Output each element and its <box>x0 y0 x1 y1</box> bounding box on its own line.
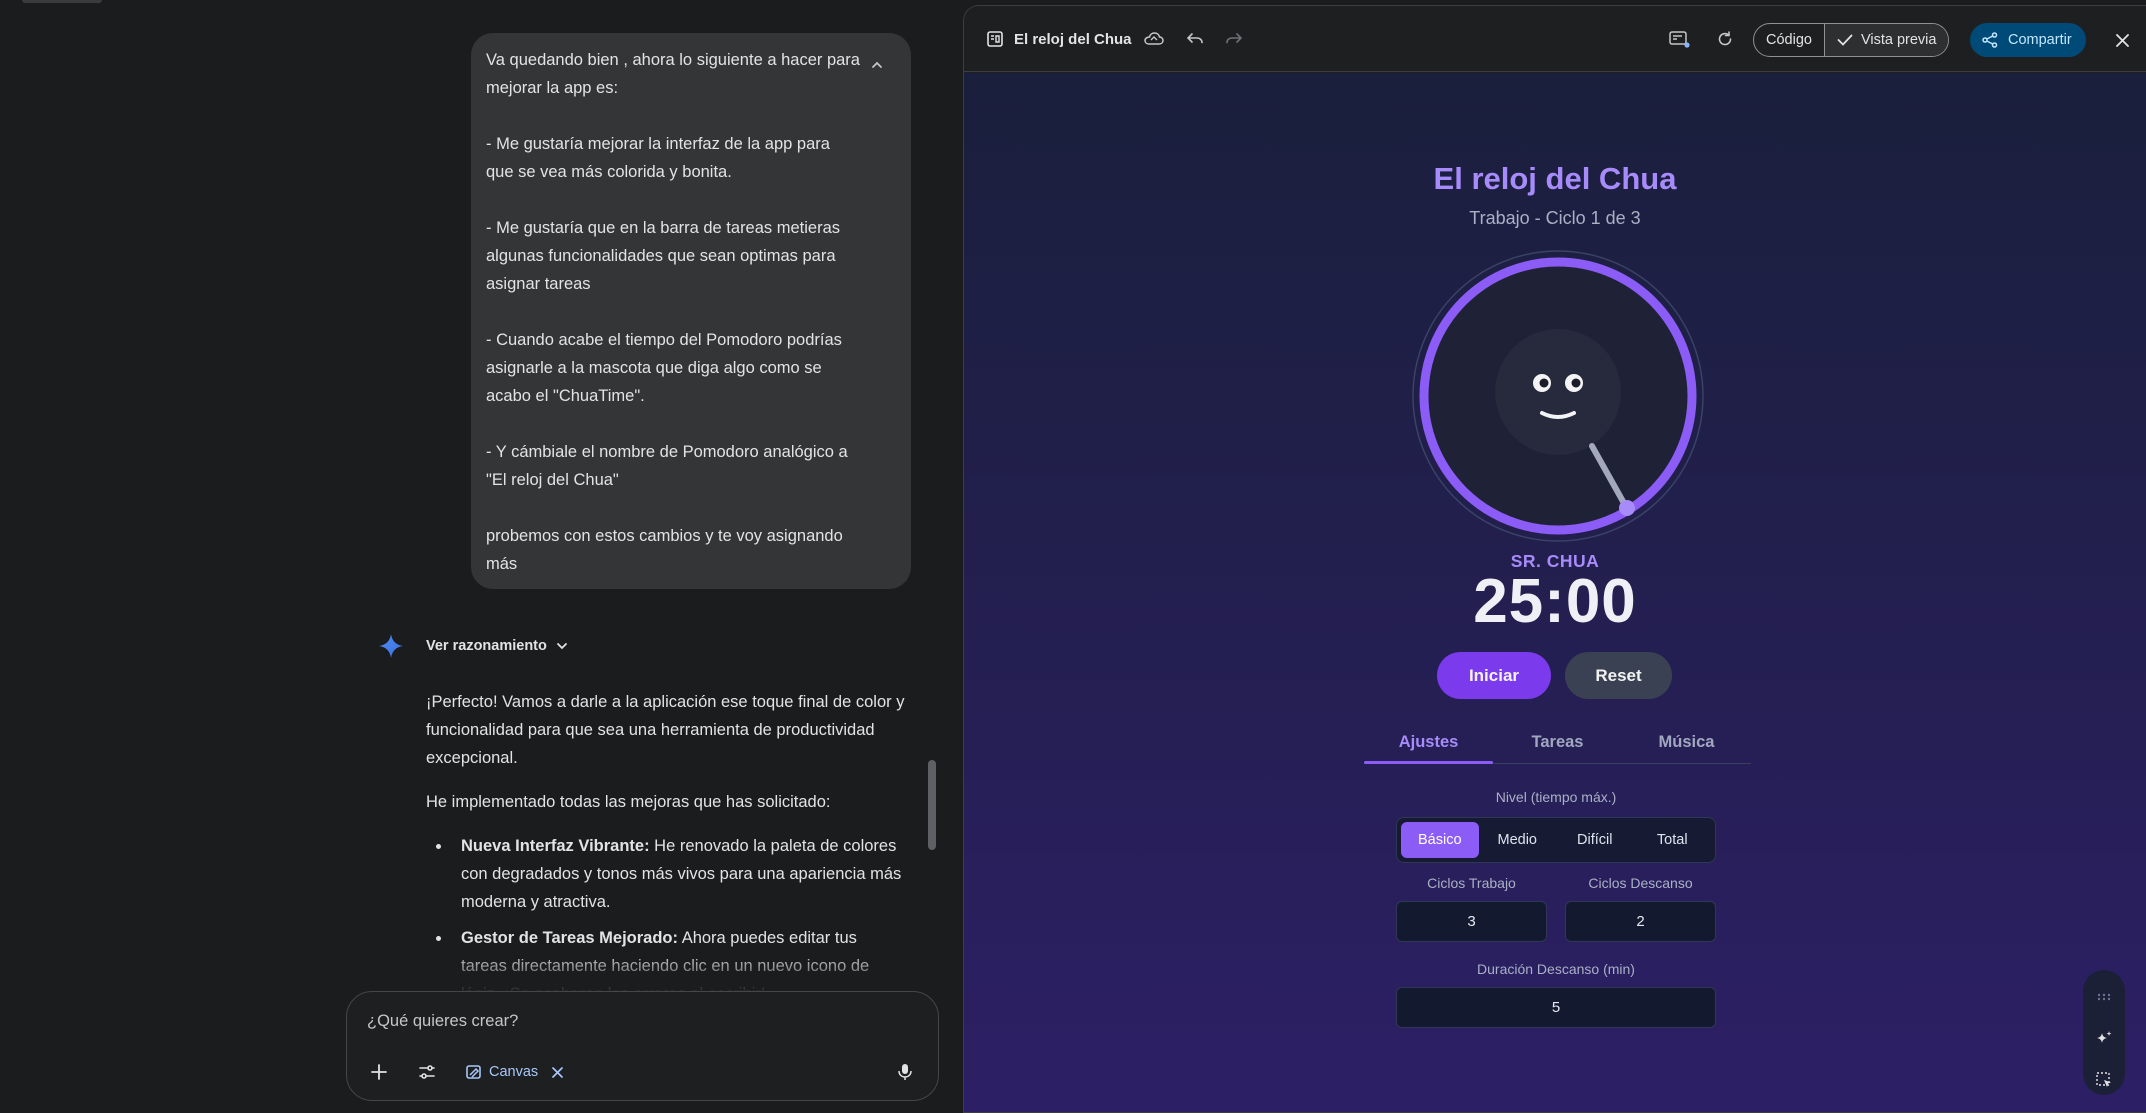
chevron-up-icon <box>872 61 882 68</box>
tools-button[interactable] <box>407 1052 447 1092</box>
canvas-chip[interactable]: Canvas <box>457 1052 571 1092</box>
code-view-label: Código <box>1766 32 1812 48</box>
canvas-title[interactable]: El reloj del Chua <box>986 6 1132 72</box>
close-icon <box>2115 33 2129 47</box>
close-icon[interactable] <box>552 1066 564 1078</box>
cycle-status: Trabajo - Ciclo 1 de 3 <box>1469 208 1641 228</box>
save-to-drive-button[interactable] <box>1136 6 1172 72</box>
refresh-button[interactable] <box>1707 6 1743 72</box>
preview-view-label: Vista previa <box>1860 32 1937 48</box>
level-option-basic[interactable]: Básico <box>1401 822 1479 858</box>
select-icon <box>2096 1072 2111 1088</box>
canvas-icon <box>466 1065 481 1079</box>
chat-panel: Va quedando bien , ahora lo siguiente a … <box>0 0 962 1113</box>
level-selector: Básico Medio Difícil Total <box>1396 817 1716 863</box>
redo-icon <box>1226 33 1242 44</box>
bullet-title: Gestor de Tareas Mejorado: <box>461 929 679 947</box>
console-button[interactable] <box>1661 6 1699 72</box>
prompt-composer: Canvas <box>346 991 939 1101</box>
tab-music[interactable]: Música <box>1622 722 1751 763</box>
undo-icon <box>1187 33 1203 44</box>
plus-icon <box>371 1064 387 1080</box>
rest-duration-input[interactable] <box>1396 987 1716 1028</box>
reset-button[interactable]: Reset <box>1565 652 1672 699</box>
list-item: Nueva Interfaz Vibrante: He renovado la … <box>426 832 906 916</box>
canvas-side-tools <box>2083 970 2125 1095</box>
canvas-title-text: El reloj del Chua <box>1014 30 1132 48</box>
app-tabs: Ajustes Tareas Música <box>1364 722 1751 764</box>
drag-handle[interactable] <box>2089 982 2119 1012</box>
level-option-medium[interactable]: Medio <box>1479 822 1557 858</box>
level-option-hard[interactable]: Difícil <box>1556 822 1634 858</box>
response-list: Nueva Interfaz Vibrante: He renovado la … <box>426 832 906 992</box>
share-icon <box>1982 32 1998 48</box>
prompt-input[interactable] <box>367 1006 907 1036</box>
reasoning-label: Ver razonamiento <box>426 638 547 654</box>
mic-icon <box>898 1064 912 1080</box>
response-intro: ¡Perfecto! Vamos a darle a la aplicación… <box>426 693 905 767</box>
level-option-total[interactable]: Total <box>1634 822 1712 858</box>
canvas-toolbar: El reloj del Chua Código Vista previa Co… <box>964 6 2146 72</box>
reasoning-row: Ver razonamiento <box>376 632 569 660</box>
user-message-text: Va quedando bien , ahora lo siguiente a … <box>486 51 860 573</box>
top-tab-indicator <box>22 0 102 3</box>
assistant-response: ¡Perfecto! Vamos a darle a la aplicación… <box>426 688 906 992</box>
document-icon <box>987 31 1003 47</box>
code-view-button[interactable]: Código <box>1754 24 1825 56</box>
start-button[interactable]: Iniciar <box>1437 652 1551 699</box>
response-lead: He implementado todas las mejoras que ha… <box>426 793 831 811</box>
canvas-panel: El reloj del Chua Código Vista previa Co… <box>963 5 2146 1113</box>
share-label: Compartir <box>2008 32 2072 48</box>
microphone-button[interactable] <box>885 1052 925 1092</box>
close-canvas-button[interactable] <box>2105 23 2139 57</box>
cloud-icon <box>1144 32 1164 45</box>
console-icon <box>1669 31 1690 48</box>
tab-settings[interactable]: Ajustes <box>1364 722 1493 764</box>
view-mode-toggle: Código Vista previa <box>1753 23 1950 57</box>
check-icon <box>1837 34 1853 46</box>
rest-duration-label: Duración Descanso (min) <box>1477 961 1635 977</box>
sparkle-icon <box>2097 1030 2112 1043</box>
analog-clock[interactable] <box>1411 249 1705 543</box>
list-item: Gestor de Tareas Mejorado: Ahora puedes … <box>426 924 906 992</box>
preview-view-button[interactable]: Vista previa <box>1824 24 1949 56</box>
show-reasoning-button[interactable]: Ver razonamiento <box>426 638 569 654</box>
work-cycles-label: Ciclos Trabajo <box>1427 875 1516 891</box>
app-preview: El reloj del Chua Trabajo - Ciclo 1 de 3… <box>964 73 2146 1112</box>
ai-edit-button[interactable] <box>2089 1024 2119 1054</box>
chat-scrollbar[interactable] <box>928 760 936 850</box>
refresh-icon <box>1718 31 1732 46</box>
clock-hand-knob <box>1619 500 1635 516</box>
mascot-face <box>1495 329 1621 455</box>
collapse-message-button[interactable] <box>863 51 891 79</box>
gemini-spark-icon <box>376 631 406 661</box>
tools-icon <box>419 1065 435 1079</box>
tab-tasks[interactable]: Tareas <box>1493 722 1622 763</box>
redo-button[interactable] <box>1216 6 1252 72</box>
rest-cycles-label: Ciclos Descanso <box>1588 875 1693 891</box>
share-button[interactable]: Compartir <box>1970 23 2086 57</box>
bullet-title: Nueva Interfaz Vibrante: <box>461 837 650 855</box>
add-attachment-button[interactable] <box>359 1052 399 1092</box>
drag-handle-icon <box>2097 993 2111 1001</box>
work-cycles-input[interactable] <box>1396 901 1547 942</box>
user-message-bubble: Va quedando bien , ahora lo siguiente a … <box>471 33 911 589</box>
chevron-down-icon <box>556 643 567 650</box>
undo-button[interactable] <box>1177 6 1213 72</box>
canvas-chip-label: Canvas <box>489 1064 539 1080</box>
level-label: Nivel (tiempo máx.) <box>1495 789 1617 805</box>
rest-cycles-input[interactable] <box>1565 901 1716 942</box>
select-element-button[interactable] <box>2089 1065 2119 1095</box>
timer-display: 25:00 <box>1473 567 1637 636</box>
app-title: El reloj del Chua <box>1433 161 1677 196</box>
